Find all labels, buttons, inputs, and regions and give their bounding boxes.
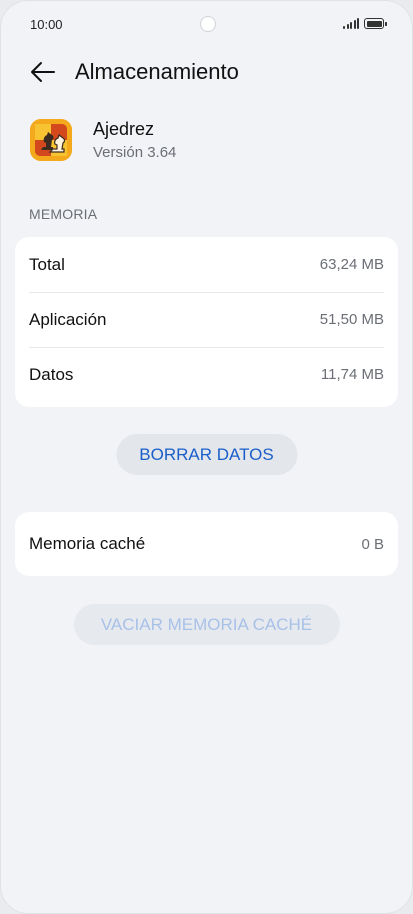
memory-row-data: Datos 11,74 MB [15,347,398,402]
memory-row-application: Aplicación 51,50 MB [15,292,398,347]
clear-data-button[interactable]: BORRAR DATOS [116,434,297,475]
row-label: Datos [29,364,74,384]
memory-card: Total 63,24 MB Aplicación 51,50 MB Datos… [15,237,398,407]
app-name: Ajedrez [93,119,155,139]
back-button[interactable] [28,57,58,87]
row-value: 0 B [361,535,384,553]
page-title: Almacenamiento [75,59,239,84]
memory-section-label: MEMORIA [29,206,98,222]
clear-cache-button[interactable]: VACIAR MEMORIA CACHÉ [73,604,340,645]
row-label: Memoria caché [29,534,146,553]
phone-screen: 10:00 Almacenamiento Ajedrez Versión 3.6… [0,0,413,914]
row-value: 63,24 MB [319,256,384,273]
battery-icon [364,18,387,29]
chess-app-icon [30,119,72,161]
row-value: 51,50 MB [319,311,384,328]
app-version: Versión 3.64 [93,144,177,161]
row-label: Aplicación [29,309,107,329]
app-info: Ajedrez Versión 3.64 [29,117,384,167]
status-icons [343,18,387,29]
front-camera [200,16,216,32]
row-value: 11,74 MB [320,366,384,383]
row-label: Total [29,254,65,274]
memory-row-total: Total 63,24 MB [15,237,398,292]
cache-row: Memoria caché 0 B [15,512,398,576]
signal-icon [343,18,359,29]
status-bar: 10:00 [1,1,412,47]
status-time: 10:00 [30,17,63,32]
arrow-left-icon [31,62,55,82]
header: Almacenamiento [1,53,412,91]
cache-card: Memoria caché 0 B [15,512,398,576]
